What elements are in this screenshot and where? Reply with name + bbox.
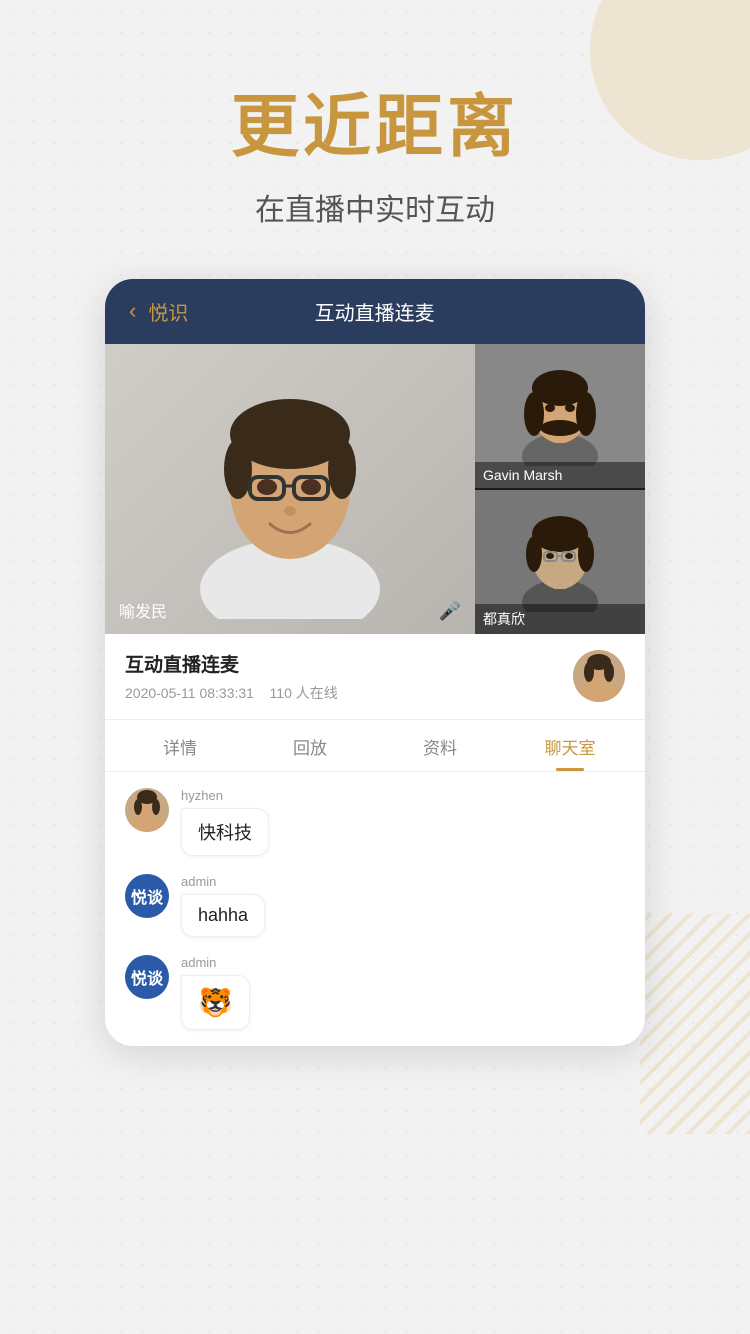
chat-content-2: admin hahha bbox=[181, 874, 265, 937]
sub-title: 在直播中实时互动 bbox=[255, 185, 495, 229]
session-host-avatar bbox=[573, 650, 625, 702]
chat-avatar-3: 悦谈 bbox=[125, 955, 169, 999]
mic-icon: 🎤 bbox=[439, 601, 461, 622]
chat-message-1: hyzhen 快科技 bbox=[125, 788, 625, 856]
chat-username-2: admin bbox=[181, 874, 265, 889]
session-title: 互动直播连麦 bbox=[125, 650, 573, 677]
side-avatar-1 bbox=[520, 366, 600, 466]
side-video-2: 都真欣 bbox=[475, 490, 645, 634]
chat-avatar-1 bbox=[125, 788, 169, 832]
header-title: 互动直播连麦 bbox=[188, 297, 561, 326]
chat-content-1: hyzhen 快科技 bbox=[181, 788, 269, 856]
chat-message-3: 悦谈 admin 🐯 bbox=[125, 955, 625, 1030]
chat-username-1: hyzhen bbox=[181, 788, 269, 803]
chat-area: hyzhen 快科技 悦谈 admin hahha 悦谈 bbox=[105, 772, 645, 1046]
main-avatar-bg bbox=[105, 344, 475, 634]
page-content: 更近距离 在直播中实时互动 ‹ 悦识 互动直播连麦 bbox=[0, 0, 750, 1046]
tab-materials[interactable]: 资料 bbox=[375, 720, 505, 771]
session-online: 110 人在线 bbox=[270, 685, 338, 701]
tab-replay[interactable]: 回放 bbox=[245, 720, 375, 771]
side-participant-name-2: 都真欣 bbox=[475, 604, 645, 634]
session-date: 2020-05-11 08:33:31 bbox=[125, 685, 254, 701]
side-participant-name-1: Gavin Marsh bbox=[475, 462, 645, 488]
chat-bubble-2: hahha bbox=[181, 894, 265, 937]
chat-content-3: admin 🐯 bbox=[181, 955, 250, 1030]
main-participant-name: 喻发民 bbox=[119, 598, 167, 622]
chat-user-avatar-1 bbox=[125, 788, 169, 832]
logo-text-3: 悦谈 bbox=[131, 965, 163, 989]
video-grid: 喻发民 🎤 bbox=[105, 344, 645, 634]
tab-chat[interactable]: 聊天室 bbox=[505, 720, 635, 771]
back-label[interactable]: 悦识 bbox=[148, 297, 188, 326]
app-header: ‹ 悦识 互动直播连麦 bbox=[105, 279, 645, 344]
chat-avatar-2: 悦谈 bbox=[125, 874, 169, 918]
back-icon[interactable]: ‹ bbox=[129, 298, 136, 324]
session-meta: 2020-05-11 08:33:31 110 人在线 bbox=[125, 683, 573, 703]
chat-username-3: admin bbox=[181, 955, 250, 970]
side-avatar-2 bbox=[520, 512, 600, 612]
chat-message-2: 悦谈 admin hahha bbox=[125, 874, 625, 937]
session-text: 互动直播连麦 2020-05-11 08:33:31 110 人在线 bbox=[125, 650, 573, 703]
side-video-panel: Gavin Marsh bbox=[475, 344, 645, 634]
phone-mockup: ‹ 悦识 互动直播连麦 bbox=[105, 279, 645, 1046]
tab-details[interactable]: 详情 bbox=[115, 720, 245, 771]
chat-bubble-3: 🐯 bbox=[181, 975, 250, 1030]
side-video-1: Gavin Marsh bbox=[475, 344, 645, 488]
main-person-avatar bbox=[190, 359, 390, 619]
session-info: 互动直播连麦 2020-05-11 08:33:31 110 人在线 bbox=[105, 634, 645, 720]
chat-bubble-1: 快科技 bbox=[181, 808, 269, 856]
main-title: 更近距离 bbox=[231, 90, 519, 165]
host-avatar-img bbox=[573, 650, 625, 702]
tabs-row: 详情 回放 资料 聊天室 bbox=[105, 720, 645, 772]
logo-text: 悦谈 bbox=[131, 884, 163, 908]
main-video-panel: 喻发民 🎤 bbox=[105, 344, 475, 634]
